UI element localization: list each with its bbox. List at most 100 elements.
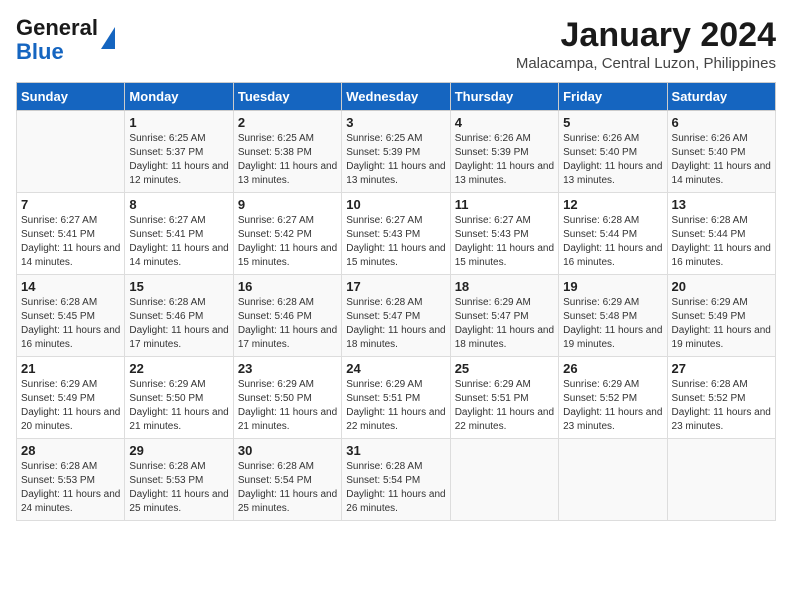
cell-info: Sunrise: 6:29 AMSunset: 5:52 PMDaylight:… [563,379,662,432]
header-cell-wednesday: Wednesday [342,83,450,111]
calendar-cell: 3 Sunrise: 6:25 AMSunset: 5:39 PMDaylight… [342,111,450,193]
cell-info: Sunrise: 6:27 AMSunset: 5:41 PMDaylight:… [129,215,228,268]
day-number: 30 [238,443,337,458]
cell-info: Sunrise: 6:29 AMSunset: 5:49 PMDaylight:… [672,297,771,350]
cell-info: Sunrise: 6:28 AMSunset: 5:52 PMDaylight:… [672,379,771,432]
cell-info: Sunrise: 6:28 AMSunset: 5:53 PMDaylight:… [129,461,228,514]
day-number: 18 [455,279,554,294]
cell-info: Sunrise: 6:29 AMSunset: 5:51 PMDaylight:… [346,379,445,432]
calendar-cell: 24Sunrise: 6:29 AMSunset: 5:51 PMDayligh… [342,357,450,439]
cell-info: Sunrise: 6:25 AMSunset: 5:37 PMDaylight:… [129,133,228,186]
cell-info: Sunrise: 6:29 AMSunset: 5:47 PMDaylight:… [455,297,554,350]
cell-info: Sunrise: 6:26 AMSunset: 5:40 PMDaylight:… [672,133,771,186]
logo: General Blue [16,16,115,64]
calendar-cell [450,439,558,521]
header-cell-friday: Friday [559,83,667,111]
day-number: 10 [346,197,445,212]
cell-info: Sunrise: 6:29 AMSunset: 5:50 PMDaylight:… [238,379,337,432]
week-row-1: 7 Sunrise: 6:27 AMSunset: 5:41 PMDaylight… [17,193,776,275]
header-cell-sunday: Sunday [17,83,125,111]
calendar-cell: 8Sunrise: 6:27 AMSunset: 5:41 PMDaylight… [125,193,233,275]
calendar-cell: 30 Sunrise: 6:28 AMSunset: 5:54 PMDayligh… [233,439,341,521]
day-number: 1 [129,115,228,130]
logo-triangle-icon [101,27,115,49]
calendar-cell: 22 Sunrise: 6:29 AMSunset: 5:50 PMDayligh… [125,357,233,439]
calendar-cell: 27 Sunrise: 6:28 AMSunset: 5:52 PMDayligh… [667,357,775,439]
cell-info: Sunrise: 6:28 AMSunset: 5:46 PMDaylight:… [129,297,228,350]
day-number: 9 [238,197,337,212]
calendar-cell: 28Sunrise: 6:28 AMSunset: 5:53 PMDayligh… [17,439,125,521]
cell-info: Sunrise: 6:27 AMSunset: 5:43 PMDaylight:… [346,215,445,268]
calendar-cell: 13 Sunrise: 6:28 AMSunset: 5:44 PMDayligh… [667,193,775,275]
calendar-cell: 29 Sunrise: 6:28 AMSunset: 5:53 PMDayligh… [125,439,233,521]
cell-info: Sunrise: 6:28 AMSunset: 5:54 PMDaylight:… [238,461,337,514]
calendar-cell: 4 Sunrise: 6:26 AMSunset: 5:39 PMDaylight… [450,111,558,193]
day-number: 6 [672,115,771,130]
header-cell-saturday: Saturday [667,83,775,111]
day-number: 22 [129,361,228,376]
header-row: SundayMondayTuesdayWednesdayThursdayFrid… [17,83,776,111]
cell-info: Sunrise: 6:26 AMSunset: 5:39 PMDaylight:… [455,133,554,186]
cell-info: Sunrise: 6:28 AMSunset: 5:45 PMDaylight:… [21,297,120,350]
calendar-cell: 12 Sunrise: 6:28 AMSunset: 5:44 PMDayligh… [559,193,667,275]
week-row-0: 1 Sunrise: 6:25 AMSunset: 5:37 PMDaylight… [17,111,776,193]
logo-blue: Blue [16,40,98,64]
cell-info: Sunrise: 6:29 AMSunset: 5:51 PMDaylight:… [455,379,554,432]
calendar-cell: 25 Sunrise: 6:29 AMSunset: 5:51 PMDayligh… [450,357,558,439]
calendar-cell: 5Sunrise: 6:26 AMSunset: 5:40 PMDaylight… [559,111,667,193]
header-cell-monday: Monday [125,83,233,111]
day-number: 16 [238,279,337,294]
header-cell-tuesday: Tuesday [233,83,341,111]
calendar-cell: 23Sunrise: 6:29 AMSunset: 5:50 PMDayligh… [233,357,341,439]
calendar-cell [667,439,775,521]
day-number: 21 [21,361,120,376]
week-row-4: 28 Sunrise: 6:28 AMSunset: 5:53 PMDayligh… [17,439,776,521]
week-row-3: 21 Sunrise: 6:29 AMSunset: 5:49 PMDayligh… [17,357,776,439]
cell-info: Sunrise: 6:28 AMSunset: 5:44 PMDaylight:… [563,215,662,268]
day-number: 12 [563,197,662,212]
cell-info: Sunrise: 6:25 AMSunset: 5:38 PMDaylight:… [238,133,337,186]
day-number: 7 [21,197,120,212]
cell-info: Sunrise: 6:27 AMSunset: 5:42 PMDaylight:… [238,215,337,268]
page-subtitle: Malacampa, Central Luzon, Philippines [516,55,776,72]
cell-info: Sunrise: 6:28 AMSunset: 5:46 PMDaylight:… [238,297,337,350]
day-number: 28 [21,443,120,458]
calendar-cell: 7 Sunrise: 6:27 AMSunset: 5:41 PMDaylight… [17,193,125,275]
calendar-table: SundayMondayTuesdayWednesdayThursdayFrid… [16,82,776,521]
title-block: January 2024 Malacampa, Central Luzon, P… [516,16,776,72]
calendar-cell: 31 Sunrise: 6:28 AMSunset: 5:54 PMDayligh… [342,439,450,521]
cell-info: Sunrise: 6:28 AMSunset: 5:44 PMDaylight:… [672,215,771,268]
day-number: 14 [21,279,120,294]
header-cell-thursday: Thursday [450,83,558,111]
day-number: 13 [672,197,771,212]
day-number: 2 [238,115,337,130]
day-number: 3 [346,115,445,130]
calendar-cell [559,439,667,521]
calendar-cell: 20Sunrise: 6:29 AMSunset: 5:49 PMDayligh… [667,275,775,357]
cell-info: Sunrise: 6:26 AMSunset: 5:40 PMDaylight:… [563,133,662,186]
calendar-cell: 14 Sunrise: 6:28 AMSunset: 5:45 PMDayligh… [17,275,125,357]
calendar-cell: 17Sunrise: 6:28 AMSunset: 5:47 PMDayligh… [342,275,450,357]
cell-info: Sunrise: 6:27 AMSunset: 5:41 PMDaylight:… [21,215,120,268]
day-number: 15 [129,279,228,294]
cell-info: Sunrise: 6:25 AMSunset: 5:39 PMDaylight:… [346,133,445,186]
calendar-cell: 2 Sunrise: 6:25 AMSunset: 5:38 PMDaylight… [233,111,341,193]
day-number: 25 [455,361,554,376]
day-number: 19 [563,279,662,294]
calendar-cell: 19Sunrise: 6:29 AMSunset: 5:48 PMDayligh… [559,275,667,357]
day-number: 27 [672,361,771,376]
cell-info: Sunrise: 6:29 AMSunset: 5:49 PMDaylight:… [21,379,120,432]
day-number: 29 [129,443,228,458]
day-number: 4 [455,115,554,130]
calendar-cell: 26Sunrise: 6:29 AMSunset: 5:52 PMDayligh… [559,357,667,439]
calendar-cell: 10 Sunrise: 6:27 AMSunset: 5:43 PMDayligh… [342,193,450,275]
cell-info: Sunrise: 6:29 AMSunset: 5:50 PMDaylight:… [129,379,228,432]
calendar-cell: 6 Sunrise: 6:26 AMSunset: 5:40 PMDaylight… [667,111,775,193]
day-number: 11 [455,197,554,212]
calendar-cell: 15 Sunrise: 6:28 AMSunset: 5:46 PMDayligh… [125,275,233,357]
day-number: 31 [346,443,445,458]
logo-general: General [16,16,98,40]
cell-info: Sunrise: 6:28 AMSunset: 5:54 PMDaylight:… [346,461,445,514]
day-number: 17 [346,279,445,294]
calendar-cell: 9 Sunrise: 6:27 AMSunset: 5:42 PMDaylight… [233,193,341,275]
